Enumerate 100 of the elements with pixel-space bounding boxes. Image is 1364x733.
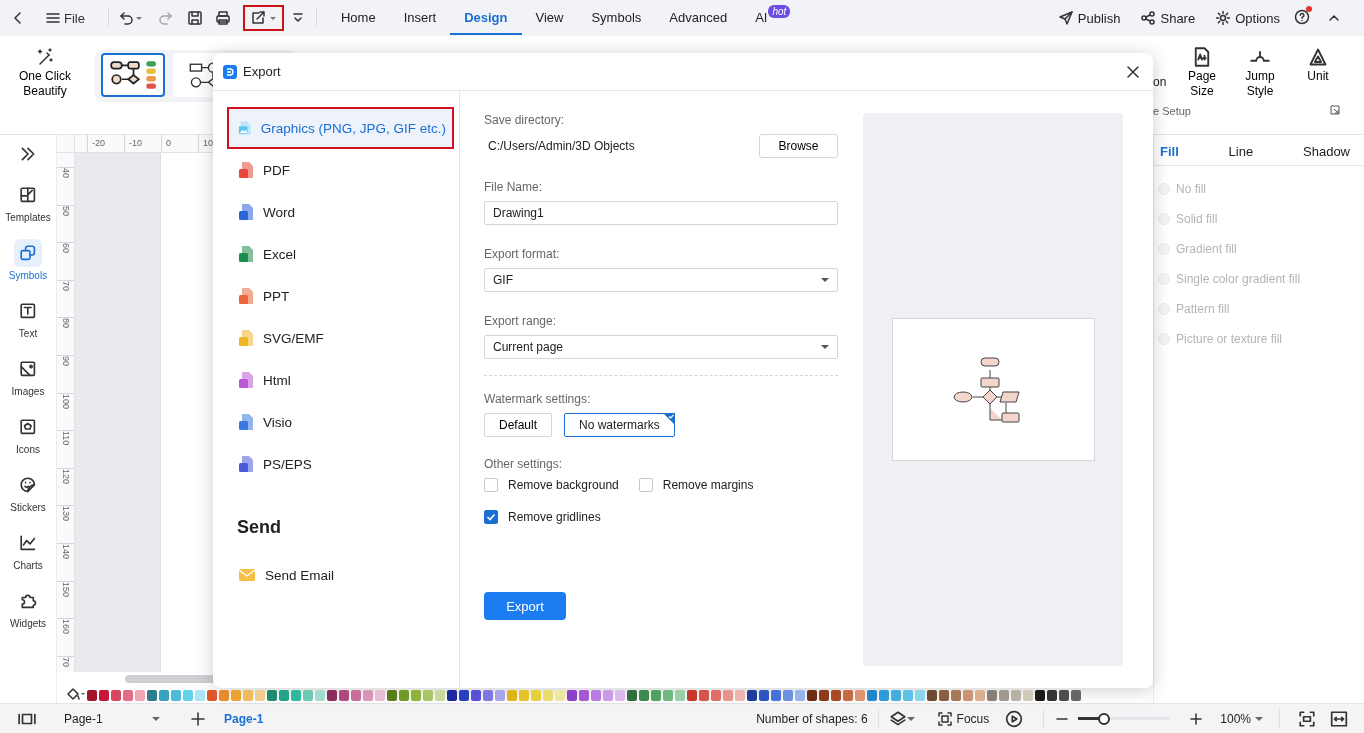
color-swatch[interactable] (891, 690, 901, 701)
page-dropdown[interactable]: Page-1 (56, 711, 166, 726)
export-format-item[interactable]: PPT (227, 275, 454, 317)
checkbox[interactable] (638, 478, 653, 492)
color-swatch[interactable] (459, 690, 469, 701)
menu-tab[interactable]: Home (326, 1, 390, 35)
fill-bucket-icon[interactable] (65, 687, 85, 701)
checkbox[interactable] (484, 510, 498, 524)
color-swatch[interactable] (159, 690, 169, 701)
export-format-item[interactable]: Word (227, 191, 454, 233)
expand-icon[interactable] (19, 145, 37, 163)
checkbox[interactable] (484, 478, 498, 492)
expand-corner-icon[interactable] (1330, 105, 1340, 115)
save-icon[interactable] (186, 10, 203, 26)
color-swatch[interactable] (111, 690, 121, 701)
menu-tab[interactable]: Symbols (577, 1, 656, 35)
color-swatch[interactable] (819, 690, 829, 701)
color-swatch[interactable] (615, 690, 625, 701)
color-swatch[interactable] (471, 690, 481, 701)
color-swatch[interactable] (591, 690, 601, 701)
export-format-item[interactable]: Excel (227, 233, 454, 275)
export-button[interactable] (242, 5, 284, 31)
color-swatch[interactable] (279, 690, 289, 701)
color-swatch[interactable] (975, 690, 985, 701)
color-swatch[interactable] (315, 690, 325, 701)
color-swatch[interactable] (627, 690, 637, 701)
color-swatch[interactable] (903, 690, 913, 701)
color-swatch[interactable] (675, 690, 685, 701)
color-swatch[interactable] (375, 690, 385, 701)
export-format-item[interactable]: Visio (227, 401, 454, 443)
diagram-style-option[interactable] (101, 53, 165, 97)
color-swatch[interactable] (999, 690, 1009, 701)
publish-button[interactable]: Publish (1051, 9, 1127, 27)
browse-button[interactable]: Browse (759, 134, 838, 158)
color-swatch[interactable] (687, 690, 697, 701)
ribbon-button[interactable]: Unit (1289, 46, 1347, 85)
color-swatch[interactable] (651, 690, 661, 701)
color-swatch[interactable] (399, 690, 409, 701)
color-swatch[interactable] (759, 690, 769, 701)
export-format-item[interactable]: PS/EPS (227, 443, 454, 485)
color-swatch[interactable] (267, 690, 277, 701)
color-swatch[interactable] (483, 690, 493, 701)
color-swatch[interactable] (927, 690, 937, 701)
page-tab[interactable]: Page-1 (206, 711, 282, 726)
sidebar-item[interactable]: Images (5, 349, 51, 401)
color-swatch[interactable] (1047, 690, 1057, 701)
color-swatch[interactable] (963, 690, 973, 701)
color-swatch[interactable] (519, 690, 529, 701)
color-swatch[interactable] (1035, 690, 1045, 701)
color-swatch[interactable] (171, 690, 181, 701)
share-button[interactable]: Share (1134, 9, 1202, 27)
close-button[interactable] (1125, 63, 1141, 80)
color-swatch[interactable] (915, 690, 925, 701)
play-icon[interactable] (1005, 709, 1024, 728)
color-swatch[interactable] (207, 690, 217, 701)
fit-page-icon[interactable] (1298, 709, 1316, 728)
watermark-option[interactable]: Default (484, 413, 553, 437)
color-swatch[interactable] (711, 690, 721, 701)
color-swatch[interactable] (435, 690, 445, 701)
sidebar-item[interactable]: Stickers (5, 465, 51, 517)
color-swatch[interactable] (531, 690, 541, 701)
color-swatch[interactable] (567, 690, 577, 701)
color-swatch[interactable] (219, 690, 229, 701)
send-option[interactable]: Send Email (227, 554, 454, 596)
color-swatch[interactable] (303, 690, 313, 701)
color-swatch[interactable] (387, 690, 397, 701)
color-swatch[interactable] (603, 690, 613, 701)
color-swatch[interactable] (771, 690, 781, 701)
menu-tab[interactable]: View (521, 1, 578, 35)
ribbon-button[interactable]: Page Size (1173, 46, 1231, 100)
help-icon[interactable] (1294, 8, 1310, 25)
menu-tab[interactable]: AI (741, 1, 769, 35)
export-format-item[interactable]: Html (227, 359, 454, 401)
color-swatch[interactable] (351, 690, 361, 701)
color-swatch[interactable] (939, 690, 949, 701)
sidebar-item[interactable]: Widgets (5, 581, 51, 633)
panel-tab[interactable]: Line (1228, 144, 1254, 159)
color-swatch[interactable] (663, 690, 673, 701)
redo-icon[interactable] (156, 10, 173, 26)
color-swatch[interactable] (807, 690, 817, 701)
color-swatch[interactable] (363, 690, 373, 701)
color-swatch[interactable] (255, 690, 265, 701)
color-swatch[interactable] (795, 690, 805, 701)
export-format-item[interactable]: SVG/EMF (227, 317, 454, 359)
focus-button[interactable]: Focus (930, 709, 996, 728)
beautify-button[interactable]: One Click Beautify (9, 46, 81, 134)
color-swatch[interactable] (843, 690, 853, 701)
color-swatch[interactable] (423, 690, 433, 701)
file-name-field[interactable]: Drawing1 (484, 201, 838, 225)
color-swatch[interactable] (1023, 690, 1033, 701)
color-swatch[interactable] (555, 690, 565, 701)
color-swatch[interactable] (183, 690, 193, 701)
color-swatch[interactable] (639, 690, 649, 701)
panel-tab[interactable]: Shadow (1303, 144, 1350, 159)
ribbon-button[interactable]: Jump Style (1231, 46, 1289, 100)
export-format-item[interactable]: PDF (227, 149, 454, 191)
menu-tab[interactable]: Insert (389, 1, 451, 35)
sidebar-item[interactable]: Text (5, 291, 51, 343)
dropdown-field[interactable]: Current page (484, 335, 838, 359)
color-swatch[interactable] (1059, 690, 1069, 701)
